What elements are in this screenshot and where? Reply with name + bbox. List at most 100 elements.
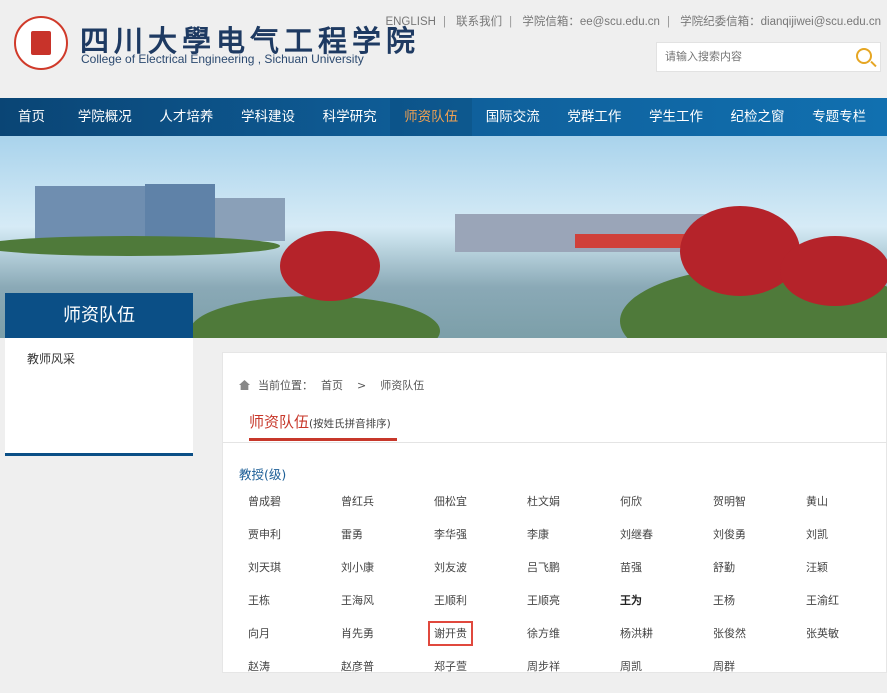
breadcrumb-label: 当前位置： [258,379,313,392]
nav-item-4[interactable]: 科学研究 [309,98,391,136]
nav-item-0[interactable]: 首页 [0,98,64,136]
faculty-link[interactable]: 王渝红 [806,594,887,627]
nav-item-7[interactable]: 党群工作 [554,98,636,136]
tab-subtitle: (按姓氏拼音排序) [309,418,391,430]
faculty-link[interactable]: 张英敏 [806,627,887,660]
faculty-link[interactable]: 刘继春 [620,528,713,561]
college-email-link[interactable]: 学院信箱：ee@scu.edu.cn [522,16,660,28]
faculty-name: 王栋 [248,594,270,607]
faculty-name: 刘友波 [434,561,467,574]
faculty-link[interactable]: 曾红兵 [341,495,434,528]
nav-item-2[interactable]: 人才培养 [146,98,228,136]
faculty-link[interactable]: 王顺利 [434,594,527,627]
faculty-name: 刘天琪 [248,561,281,574]
discipline-email-link[interactable]: 学院纪委信箱：dianqijiwei@scu.edu.cn [680,16,881,28]
faculty-link[interactable]: 吕飞鹏 [527,561,620,594]
faculty-name: 周凯 [620,660,642,673]
faculty-link[interactable]: 苗强 [620,561,713,594]
faculty-name: 谢开贵 [428,621,473,646]
faculty-link[interactable]: 向月 [248,627,341,660]
faculty-name: 苗强 [620,561,642,574]
faculty-name: 刘小康 [341,561,374,574]
main-content: 当前位置： 首页 > 师资队伍 师资队伍(按姓氏拼音排序) 教授(级) 曾成碧曾… [222,352,887,673]
faculty-link[interactable]: 汪颖 [806,561,887,594]
faculty-name: 周步祥 [527,660,560,673]
faculty-link[interactable]: 刘友波 [434,561,527,594]
faculty-link[interactable]: 曾成碧 [248,495,341,528]
faculty-name: 汪颖 [806,561,828,574]
faculty-name: 王海风 [341,594,374,607]
faculty-link[interactable]: 李康 [527,528,620,561]
home-icon [239,380,250,390]
faculty-link[interactable]: 赵涛 [248,660,341,693]
faculty-name: 李康 [527,528,549,541]
sidebar-item-teacher-profiles[interactable]: 教师风采 [5,338,193,367]
faculty-link[interactable]: 何欣 [620,495,713,528]
faculty-link[interactable]: 雷勇 [341,528,434,561]
faculty-name: 刘凯 [806,528,828,541]
faculty-link[interactable]: 刘俊勇 [713,528,806,561]
faculty-link[interactable]: 王顺亮 [527,594,620,627]
nav-item-8[interactable]: 学生工作 [635,98,717,136]
faculty-link[interactable]: 张俊然 [713,627,806,660]
english-link[interactable]: ENGLISH [385,16,436,28]
faculty-link[interactable]: 周凯 [620,660,713,693]
faculty-link[interactable]: 李华强 [434,528,527,561]
main-nav: 首页 学院概况 人才培养 学科建设 科学研究 师资队伍 国际交流 党群工作 学生工作 纪检之窗 专题… [0,98,887,136]
faculty-name: 王顺利 [434,594,467,607]
university-seal-logo[interactable] [14,16,68,70]
nav-item-1[interactable]: 学院概况 [64,98,146,136]
faculty-link[interactable]: 刘凯 [806,528,887,561]
faculty-name: 王顺亮 [527,594,560,607]
faculty-name: 王为 [620,594,642,607]
faculty-link[interactable]: 贺明智 [713,495,806,528]
faculty-link[interactable]: 王杨 [713,594,806,627]
faculty-link[interactable]: 舒勤 [713,561,806,594]
faculty-name: 郑子萱 [434,660,467,673]
faculty-name: 杨洪耕 [620,627,653,640]
faculty-grid: 曾成碧 曾红兵 佃松宜 杜文娟 何欣 贺明智 黄山贾申利 雷勇 李华强 李康 刘继春 刘俊勇 刘凯刘天琪… [248,495,887,693]
faculty-link[interactable]: 杜文娟 [527,495,620,528]
search-icon[interactable] [856,48,872,64]
faculty-link[interactable]: 杨洪耕 [620,627,713,660]
faculty-name: 向月 [248,627,270,640]
faculty-link[interactable]: 刘天琪 [248,561,341,594]
faculty-link[interactable]: 王为 [620,594,713,627]
nav-item-10[interactable]: 专题专栏 [798,98,880,136]
faculty-link[interactable]: 王海风 [341,594,434,627]
nav-item-9[interactable]: 纪检之窗 [717,98,799,136]
tab-faculty[interactable]: 师资队伍(按姓氏拼音排序) [249,411,397,441]
tab-title: 师资队伍 [249,413,310,431]
faculty-link[interactable]: 贾申利 [248,528,341,561]
faculty-name: 周群 [713,660,735,673]
faculty-link[interactable]: 郑子萱 [434,660,527,693]
faculty-link[interactable]: 刘小康 [341,561,434,594]
faculty-link[interactable]: 王栋 [248,594,341,627]
faculty-link[interactable]: 肖先勇 [341,627,434,660]
faculty-link[interactable]: 谢开贵 [428,621,527,660]
faculty-link[interactable]: 周群 [713,660,806,693]
search-input[interactable] [657,43,842,71]
faculty-name: 佃松宜 [434,495,467,508]
faculty-name: 舒勤 [713,561,735,574]
faculty-link[interactable]: 佃松宜 [434,495,527,528]
faculty-link[interactable]: 周步祥 [527,660,620,693]
faculty-name: 张英敏 [806,627,839,640]
faculty-name: 刘继春 [620,528,653,541]
sidebar: 师资队伍 教师风采 [5,293,193,456]
faculty-name: 张俊然 [713,627,746,640]
nav-item-6[interactable]: 国际交流 [472,98,554,136]
breadcrumb-current[interactable]: 师资队伍 [380,377,424,393]
breadcrumb-home[interactable]: 首页 [321,377,343,393]
nav-item-5[interactable]: 师资队伍 [390,98,472,136]
faculty-name: 贺明智 [713,495,746,508]
faculty-name: 刘俊勇 [713,528,746,541]
nav-item-3[interactable]: 学科建设 [227,98,309,136]
faculty-link[interactable]: 赵彦普 [341,660,434,693]
faculty-name: 贾申利 [248,528,281,541]
faculty-name: 曾成碧 [248,495,281,508]
contact-link[interactable]: 联系我们 [456,16,502,28]
top-links: ENGLISH | 联系我们 | 学院信箱：ee@scu.edu.cn | 学院纪委信… [385,16,881,28]
faculty-link[interactable]: 徐方维 [527,627,620,660]
faculty-link[interactable]: 黄山 [806,495,887,528]
